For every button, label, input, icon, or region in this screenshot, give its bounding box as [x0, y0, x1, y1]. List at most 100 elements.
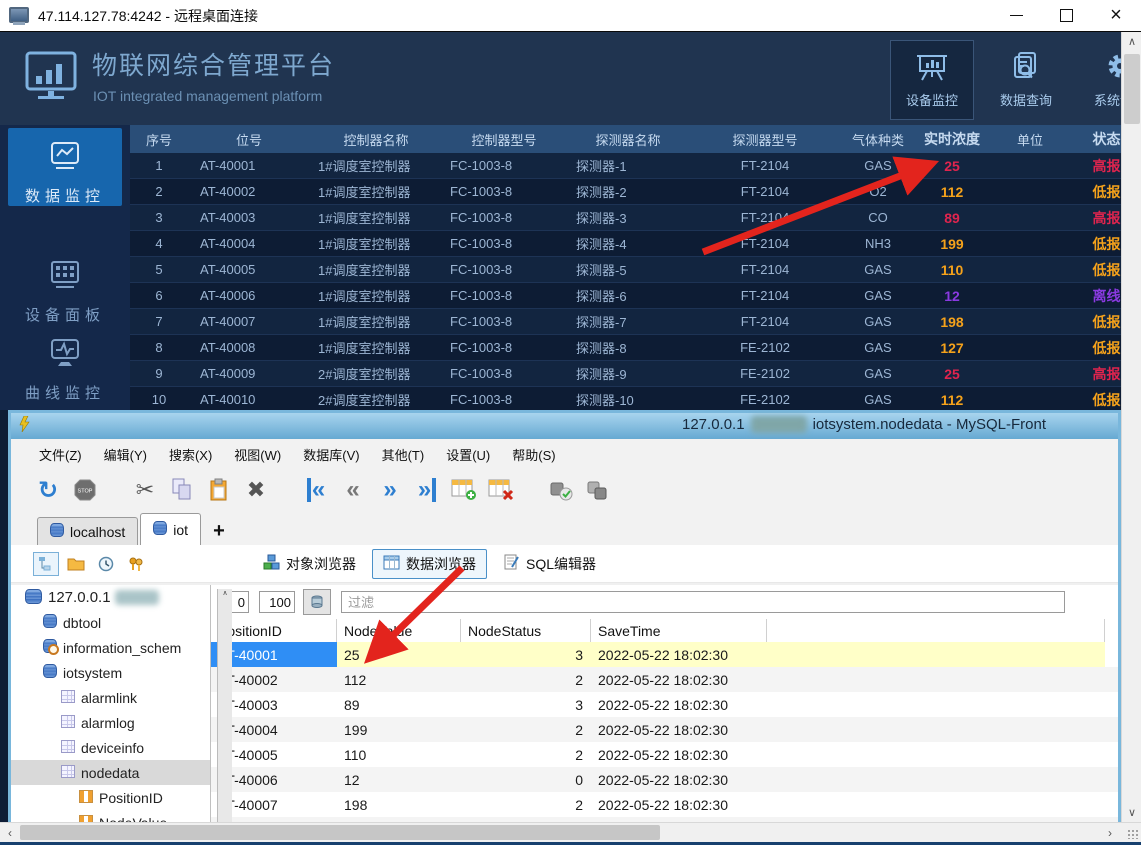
- grid-row-at-40002[interactable]: AT-40002 112 2 2022-05-22 18:02:30: [211, 667, 1118, 692]
- delete-record-button[interactable]: [486, 475, 516, 505]
- tree-toggle-button[interactable]: [33, 551, 59, 576]
- grid-row-at-40004[interactable]: AT-40004 199 2 2022-05-22 18:02:30: [211, 717, 1118, 742]
- iot-table-row[interactable]: 2 AT-40002 1#调度室控制器 FC-1003-8 探测器-2 FT-2104 O2…: [130, 179, 1141, 205]
- cancel-edit-button[interactable]: [583, 475, 613, 505]
- tree-node-nodedata[interactable]: nodedata: [11, 760, 210, 785]
- grid-cell-save_time: 2022-05-22 18:02:30: [598, 671, 728, 688]
- scroll-up-icon[interactable]: ∧: [1122, 32, 1141, 51]
- cut-button[interactable]: ✂: [130, 475, 160, 505]
- grid-row-at-40007[interactable]: AT-40007 198 2 2022-05-22 18:02:30: [211, 792, 1118, 817]
- iot-table-row[interactable]: 5 AT-40005 1#调度室控制器 FC-1003-8 探测器-5 FT-2104 GA…: [130, 257, 1141, 283]
- insert-record-button[interactable]: [449, 475, 479, 505]
- grid-row-at-40001[interactable]: AT-40001 25 3 2022-05-22 18:02:30: [211, 642, 1118, 667]
- offset-spinner[interactable]: 0 ∧∨: [217, 589, 249, 840]
- minimize-button[interactable]: [991, 0, 1041, 31]
- grid-panel-icon: [48, 259, 82, 295]
- iot-table-row[interactable]: 8 AT-40008 1#调度室控制器 FC-1003-8 探测器-8 FE-2102 GA…: [130, 335, 1141, 361]
- last-record-icon: »: [418, 478, 437, 502]
- prev-record-button[interactable]: «: [338, 475, 368, 505]
- stop-button[interactable]: STOP: [70, 475, 100, 505]
- vertical-scroll-thumb[interactable]: [1124, 54, 1140, 124]
- horizontal-scroll-thumb[interactable]: [20, 825, 660, 840]
- view-tab-data-browser[interactable]: 数据浏览器: [372, 548, 487, 579]
- mysql-titlebar[interactable]: 127.0.0.1 iotsystem.nodedata - MySQL-Fro…: [11, 413, 1118, 439]
- tree-node-information_schem[interactable]: information_schem: [11, 635, 210, 660]
- iot-column-header: 位号: [235, 132, 262, 148]
- copy-button[interactable]: [167, 475, 197, 505]
- menu-x[interactable]: 搜索(X): [169, 445, 212, 464]
- toolbar-gap: [523, 475, 539, 505]
- iot-cell-gas: NH3: [864, 236, 891, 251]
- session-vertical-scrollbar[interactable]: ∧ ∨: [1121, 32, 1141, 822]
- nav-item-data-query[interactable]: 数据查询: [984, 40, 1068, 120]
- redacted-blur: [114, 590, 159, 605]
- filter-input[interactable]: [341, 591, 1065, 613]
- iot-table-row[interactable]: 9 AT-40009 2#调度室控制器 FC-1003-8 探测器-9 FE-2102 GA…: [130, 361, 1141, 387]
- connection-tab-iot[interactable]: iot: [140, 513, 202, 545]
- menu-y[interactable]: 编辑(Y): [104, 445, 147, 464]
- paste-button[interactable]: [204, 475, 234, 505]
- history-clock-button[interactable]: [93, 552, 119, 576]
- connection-tab-localhost[interactable]: localhost: [37, 517, 139, 545]
- grid-column-header-nodevalue[interactable]: NodeValue: [337, 619, 461, 642]
- folder-button[interactable]: [63, 552, 89, 576]
- menu-v[interactable]: 数据库(V): [303, 445, 359, 464]
- iot-table-row[interactable]: 7 AT-40007 1#调度室控制器 FC-1003-8 探测器-7 FT-2104 GA…: [130, 309, 1141, 335]
- tree-node-positionid[interactable]: PositionID: [11, 785, 210, 810]
- menu-u[interactable]: 设置(U): [446, 445, 490, 464]
- grid-column-header-positionid[interactable]: PositionID: [211, 619, 337, 642]
- sidebar-item-line-chart[interactable]: 数据监控: [8, 128, 122, 206]
- grid-row-at-40003[interactable]: AT-40003 89 3 2022-05-22 18:02:30: [211, 692, 1118, 717]
- scroll-right-icon[interactable]: ›: [1100, 823, 1120, 842]
- iot-cell-detector: 探测器-1: [576, 159, 627, 174]
- menu-t[interactable]: 其他(T): [382, 445, 425, 464]
- iot-table-row[interactable]: 3 AT-40003 1#调度室控制器 FC-1003-8 探测器-3 FT-2104 CO…: [130, 205, 1141, 231]
- view-tab-object-browser[interactable]: 对象浏览器: [253, 550, 366, 578]
- scroll-down-icon[interactable]: ∨: [1122, 803, 1141, 822]
- next-record-button[interactable]: »: [375, 475, 405, 505]
- grid-column-header-nodestatus[interactable]: NodeStatus: [461, 619, 591, 642]
- sidebar-item-label: 设备面板: [24, 307, 105, 324]
- limit-spinner[interactable]: 100 ∧∨: [217, 589, 295, 840]
- first-record-button[interactable]: «: [301, 475, 331, 505]
- grid-row-at-40005[interactable]: AT-40005 110 2 2022-05-22 18:02:30: [211, 742, 1118, 767]
- tree-node-iotsystem[interactable]: iotsystem: [11, 660, 210, 685]
- tree-node-127.0.0.1[interactable]: 127.0.0.1: [11, 585, 210, 610]
- delete-button[interactable]: ✖: [241, 475, 271, 505]
- menu-s[interactable]: 帮助(S): [512, 445, 555, 464]
- iot-cell-no: 4: [155, 236, 163, 251]
- grid-row-at-40006[interactable]: AT-40006 12 0 2022-05-22 18:02:30: [211, 767, 1118, 792]
- tree-node-alarmlink[interactable]: alarmlink: [11, 685, 210, 710]
- sidebar-item-label: 曲线监控: [24, 385, 105, 402]
- tree-node-dbtool[interactable]: dbtool: [11, 610, 210, 635]
- menu-w[interactable]: 视图(W): [234, 445, 281, 464]
- maximize-button[interactable]: [1041, 0, 1091, 31]
- tree-node-label: dbtool: [63, 614, 102, 631]
- grid-column-header-savetime[interactable]: SaveTime: [591, 619, 767, 642]
- last-record-button[interactable]: »: [412, 475, 442, 505]
- iot-cell-value: 25: [944, 365, 960, 382]
- post-edit-button[interactable]: [546, 475, 576, 505]
- view-tab-sql-editor[interactable]: SQL编辑器: [493, 550, 606, 578]
- sidebar-item-curve-monitor[interactable]: 曲线监控: [8, 325, 122, 402]
- close-button[interactable]: ×: [1091, 0, 1141, 31]
- iot-table-row[interactable]: 1 AT-40001 1#调度室控制器 FC-1003-8 探测器-1 FT-2104 GA…: [130, 153, 1141, 179]
- iot-cell-detector_model: FT-2104: [740, 210, 790, 225]
- post-edit-icon: [550, 482, 573, 501]
- nav-item-device-monitor[interactable]: 设备监控: [890, 40, 974, 120]
- iot-table-row[interactable]: 6 AT-40006 1#调度室控制器 FC-1003-8 探测器-6 FT-2104 GA…: [130, 283, 1141, 309]
- sidebar-item-grid-panel[interactable]: 设备面板: [8, 247, 122, 324]
- scroll-left-icon[interactable]: ‹: [0, 823, 20, 842]
- tree-node-deviceinfo[interactable]: deviceinfo: [11, 735, 210, 760]
- grid-cell-save_time: 2022-05-22 18:02:30: [598, 721, 728, 738]
- refresh-button[interactable]: ↻: [33, 475, 63, 505]
- menu-z[interactable]: 文件(Z): [39, 445, 82, 464]
- tree-node-alarmlog[interactable]: alarmlog: [11, 710, 210, 735]
- session-horizontal-scrollbar[interactable]: ‹ ›: [0, 822, 1141, 842]
- iot-table-row[interactable]: 4 AT-40004 1#调度室控制器 FC-1003-8 探测器-4 FT-2104 NH…: [130, 231, 1141, 257]
- iot-cell-detector_model: FT-2104: [740, 288, 790, 303]
- bookmarks-button[interactable]: [123, 552, 149, 576]
- iot-column-header: 序号: [145, 132, 172, 148]
- new-connection-tab-button[interactable]: +: [213, 520, 225, 545]
- refresh-limit-button[interactable]: [303, 589, 331, 615]
